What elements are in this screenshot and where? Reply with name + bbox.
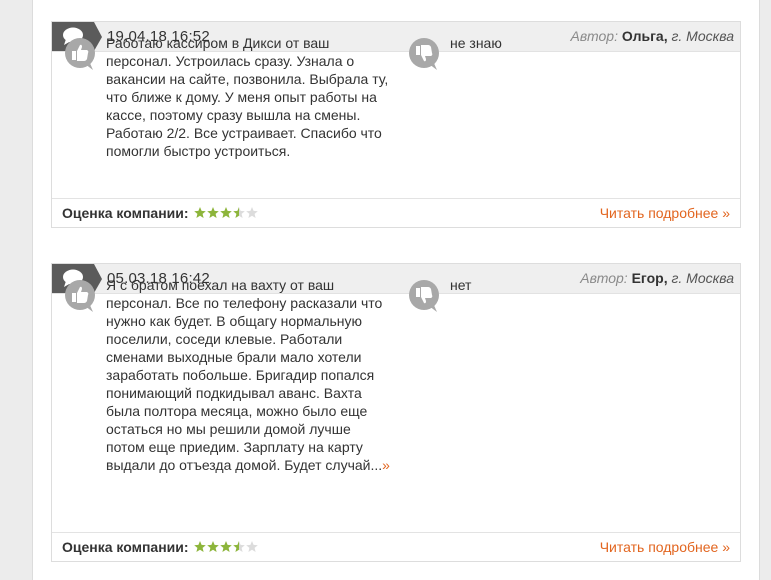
star-icon xyxy=(246,207,258,218)
star-icon xyxy=(207,541,219,552)
rating-stars xyxy=(194,206,259,220)
read-more-link[interactable]: Читать подробнее » xyxy=(600,205,730,221)
reviews-page: 19.04.18 16:52 Автор: Ольга, г. Москва Р… xyxy=(32,0,760,580)
negative-text: не знаю xyxy=(450,35,502,51)
positive-text: Я с братом поехал на вахту от ваш персон… xyxy=(106,277,390,473)
star-icon xyxy=(246,541,258,552)
rating-label: Оценка компании: xyxy=(62,539,189,555)
expand-text-link[interactable]: » xyxy=(382,457,390,473)
read-more-link[interactable]: Читать подробнее » xyxy=(600,539,730,555)
star-icon xyxy=(207,207,219,218)
star-icon xyxy=(194,541,206,552)
thumbs-down-icon xyxy=(407,279,441,313)
star-icon xyxy=(220,541,232,552)
review-card: 05.03.18 16:42 Автор: Егор, г. Москва Я … xyxy=(51,263,741,562)
review-footer: Оценка компании: Читать подробнее » xyxy=(52,198,740,227)
thumbs-up-icon xyxy=(63,279,97,313)
negative-text: нет xyxy=(450,277,472,293)
thumbs-up-icon xyxy=(63,37,97,71)
positive-text: Работаю кассиром в Дикси от ваш персонал… xyxy=(106,35,389,159)
review-footer: Оценка компании: Читать подробнее » xyxy=(52,532,740,561)
star-icon xyxy=(220,207,232,218)
star-icon xyxy=(233,207,245,218)
rating-label: Оценка компании: xyxy=(62,205,189,221)
star-icon xyxy=(194,207,206,218)
thumbs-down-icon xyxy=(407,37,441,71)
review-card: 19.04.18 16:52 Автор: Ольга, г. Москва Р… xyxy=(51,21,741,228)
star-icon xyxy=(233,541,245,552)
rating-stars xyxy=(194,540,259,554)
